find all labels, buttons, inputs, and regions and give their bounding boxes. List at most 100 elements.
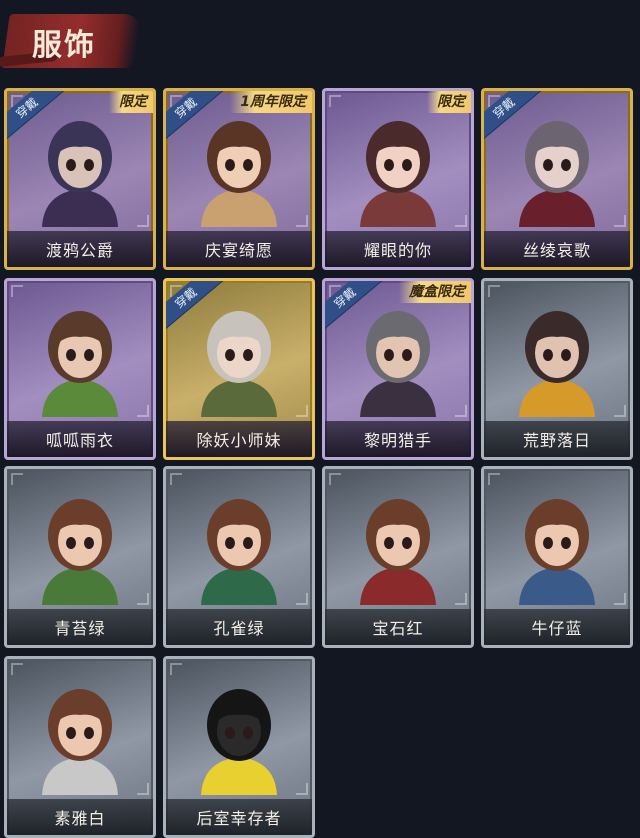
- card-frame-ornament: [11, 473, 23, 485]
- page-title: 服饰: [32, 28, 96, 63]
- costume-card[interactable]: 荒野落日: [481, 278, 633, 460]
- character-eye: [84, 349, 94, 361]
- character-eye: [66, 159, 76, 171]
- character-outfit: [42, 189, 118, 227]
- character-outfit: [360, 379, 436, 417]
- costume-name: 黎明猎手: [325, 421, 471, 457]
- costume-card[interactable]: 穿戴 除妖小师妹: [163, 278, 315, 460]
- character-eye: [384, 537, 394, 549]
- character-portrait: [360, 121, 436, 227]
- character-eye: [543, 349, 553, 361]
- card-frame-ornament: [170, 473, 182, 485]
- card-frame-ornament: [455, 405, 467, 417]
- costume-name: 呱呱雨衣: [7, 421, 153, 457]
- character-portrait: [519, 499, 595, 605]
- character-eye: [543, 537, 553, 549]
- limited-tag: 限定: [109, 91, 153, 113]
- character-eye: [402, 537, 412, 549]
- costume-name: 后室幸存者: [166, 799, 312, 835]
- costume-name: 庆宴绮愿: [166, 231, 312, 267]
- character-eye: [225, 537, 235, 549]
- card-frame-ornament: [296, 215, 308, 227]
- card-frame-ornament: [329, 95, 341, 107]
- character-outfit: [201, 189, 277, 227]
- costume-card[interactable]: 后室幸存者: [163, 656, 315, 838]
- character-eye: [225, 159, 235, 171]
- character-eye: [84, 537, 94, 549]
- costume-card[interactable]: 牛仔蓝: [481, 466, 633, 648]
- character-eye: [84, 159, 94, 171]
- card-frame-ornament: [137, 593, 149, 605]
- character-outfit: [360, 567, 436, 605]
- character-eye: [243, 537, 253, 549]
- card-frame-ornament: [11, 285, 23, 297]
- character-portrait: [42, 311, 118, 417]
- costume-card[interactable]: 穿戴 1周年限定 庆宴绮愿: [163, 88, 315, 270]
- character-eye: [66, 537, 76, 549]
- costume-card[interactable]: 穿戴 限定 渡鸦公爵: [4, 88, 156, 270]
- character-portrait: [42, 121, 118, 227]
- character-eye: [402, 349, 412, 361]
- costume-name: 宝石红: [325, 609, 471, 645]
- card-frame-ornament: [614, 405, 626, 417]
- character-eye: [561, 159, 571, 171]
- character-eye: [543, 159, 553, 171]
- card-frame-ornament: [296, 783, 308, 795]
- character-eye: [66, 727, 76, 739]
- costume-name: 丝绫哀歌: [484, 231, 630, 267]
- limited-tag: 限定: [427, 91, 471, 113]
- character-outfit: [201, 379, 277, 417]
- costume-name: 耀眼的你: [325, 231, 471, 267]
- costume-name: 牛仔蓝: [484, 609, 630, 645]
- card-frame-ornament: [296, 593, 308, 605]
- costume-card[interactable]: 孔雀绿: [163, 466, 315, 648]
- costume-name: 渡鸦公爵: [7, 231, 153, 267]
- character-portrait: [360, 499, 436, 605]
- card-frame-ornament: [137, 783, 149, 795]
- card-frame-ornament: [137, 215, 149, 227]
- section-header: 服饰: [0, 0, 640, 80]
- character-outfit: [519, 379, 595, 417]
- character-eye: [225, 349, 235, 361]
- character-outfit: [42, 379, 118, 417]
- card-frame-ornament: [488, 473, 500, 485]
- character-eye: [384, 349, 394, 361]
- character-portrait: [519, 311, 595, 417]
- character-portrait: [42, 689, 118, 795]
- character-portrait: [201, 121, 277, 227]
- character-eye: [84, 727, 94, 739]
- character-eye: [225, 727, 235, 739]
- character-eye: [243, 727, 253, 739]
- character-outfit: [519, 567, 595, 605]
- character-eye: [243, 159, 253, 171]
- character-eye: [243, 349, 253, 361]
- costume-card[interactable]: 青苔绿: [4, 466, 156, 648]
- character-portrait: [519, 121, 595, 227]
- card-frame-ornament: [11, 663, 23, 675]
- card-frame-ornament: [488, 285, 500, 297]
- costume-name: 荒野落日: [484, 421, 630, 457]
- character-outfit: [360, 189, 436, 227]
- character-eye: [66, 349, 76, 361]
- costume-card[interactable]: 宝石红: [322, 466, 474, 648]
- character-portrait: [360, 311, 436, 417]
- card-frame-ornament: [455, 593, 467, 605]
- character-outfit: [519, 189, 595, 227]
- limited-tag: 1周年限定: [230, 91, 312, 113]
- costume-name: 青苔绿: [7, 609, 153, 645]
- costume-card[interactable]: 穿戴 丝绫哀歌: [481, 88, 633, 270]
- costume-name: 素雅白: [7, 799, 153, 835]
- character-portrait: [201, 689, 277, 795]
- card-frame-ornament: [137, 405, 149, 417]
- costume-card[interactable]: 呱呱雨衣: [4, 278, 156, 460]
- card-frame-ornament: [329, 473, 341, 485]
- costume-name: 孔雀绿: [166, 609, 312, 645]
- character-eye: [561, 537, 571, 549]
- costume-card[interactable]: 穿戴 魔盒限定 黎明猎手: [322, 278, 474, 460]
- character-portrait: [201, 311, 277, 417]
- costume-card[interactable]: 素雅白: [4, 656, 156, 838]
- costume-card[interactable]: 限定耀眼的你: [322, 88, 474, 270]
- card-frame-ornament: [614, 215, 626, 227]
- character-portrait: [42, 499, 118, 605]
- character-eye: [561, 349, 571, 361]
